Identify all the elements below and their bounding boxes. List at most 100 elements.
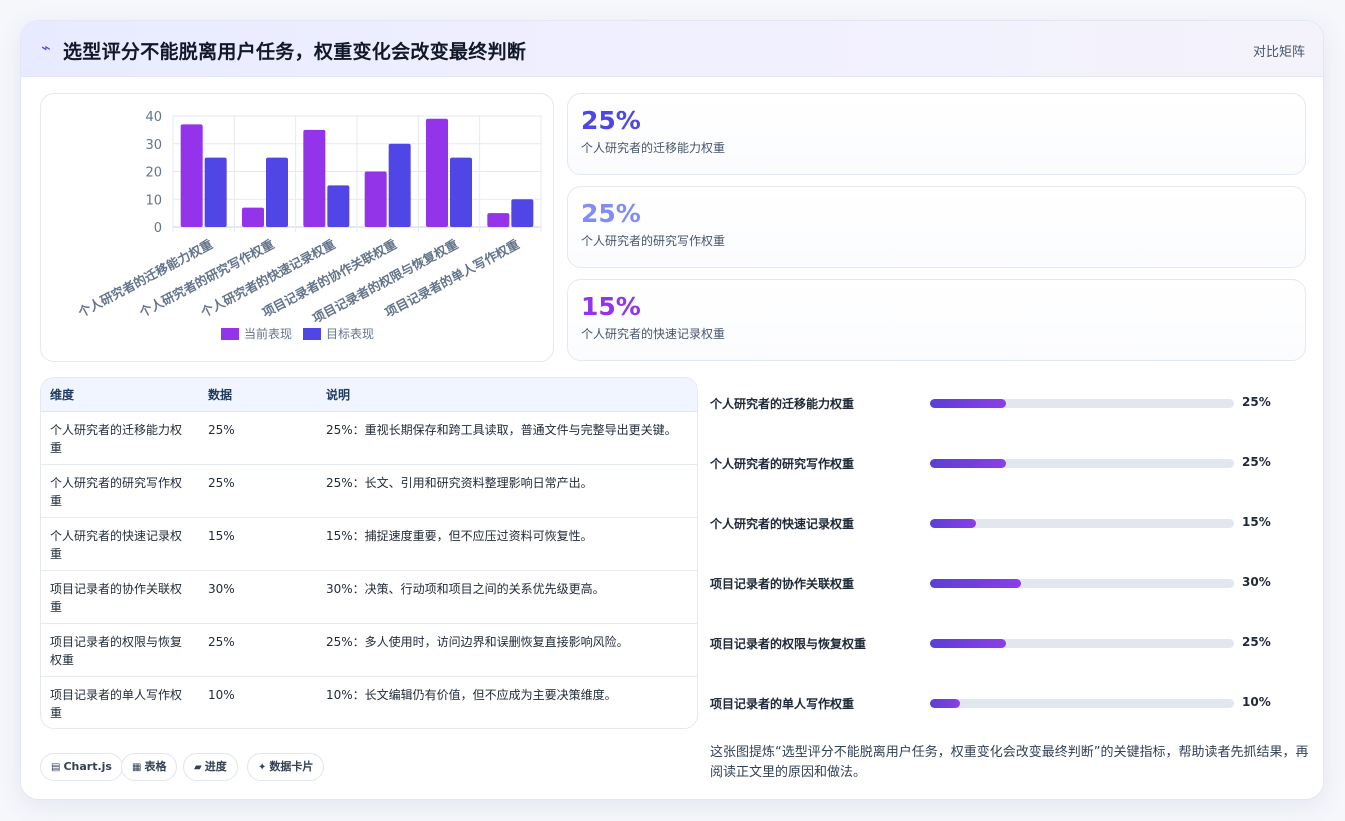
- table-row: 项目记录者的协作关联权重 30% 30%：决策、行动项和项目之间的关系优先级更高…: [41, 570, 697, 624]
- progress-fill: [930, 579, 1022, 588]
- progress-value: 30%: [1242, 575, 1271, 589]
- progress-value: 25%: [1242, 635, 1271, 649]
- table-cell: 10%：长文编辑仍有价值，但不应成为主要决策维度。: [326, 687, 617, 702]
- progress-label: 项目记录者的协作关联权重: [710, 577, 855, 591]
- chart-bar: [242, 207, 264, 227]
- bar-chart-panel: 0 10 20 30 40 个人研究者的迁移能力权重 个人研究者的研究写作权重 个人研究者的快…: [40, 93, 554, 362]
- progress-label: 个人研究者的研究写作权重: [710, 457, 855, 471]
- chart-bar: [487, 213, 510, 227]
- progress-fill: [930, 639, 1006, 648]
- stat-value: 25%: [581, 106, 641, 135]
- page-title: 选型评分不能脱离用户任务，权重变化会改变最终判断: [63, 41, 527, 63]
- table-cell: 30%: [199, 570, 317, 624]
- table-cell: 15%：捕捉速度重要，但不应压过资料可恢复性。: [317, 517, 697, 571]
- table-cell: 30%：决策、行动项和项目之间的关系优先级更高。: [317, 570, 697, 624]
- progress-track: [930, 459, 1234, 468]
- chart-bar: [180, 124, 203, 227]
- stat-card-2: 25% 个人研究者的研究写作权重: [567, 186, 1306, 268]
- progress-track: [930, 579, 1234, 588]
- chart-bar: [450, 157, 472, 227]
- data-table-panel: 维度 数据 说明 个人研究者的迁移能力权重 25% 25%：重视长期保存和跨工具…: [40, 377, 698, 729]
- table-header-row: 维度 数据 说明: [41, 378, 697, 412]
- progress-row: 项目记录者的单人写作权重 10%: [710, 693, 1310, 713]
- table-cell: 项目记录者的权限与恢复权重: [41, 623, 199, 677]
- progress-fill: [930, 399, 1006, 408]
- sparkle-icon: ✦: [258, 762, 267, 773]
- header: ⌁ 选型评分不能脱离用户任务，权重变化会改变最终判断 对比矩阵: [21, 21, 1323, 77]
- table-row: 个人研究者的迁移能力权重 25% 25%：重视长期保存和跨工具读取，普通文件与完…: [41, 411, 697, 465]
- progress-row: 项目记录者的协作关联权重 30%: [710, 573, 1310, 593]
- progress-label: 个人研究者的迁移能力权重: [710, 397, 855, 411]
- progress-track: [930, 639, 1234, 648]
- stat-label: 个人研究者的快速记录权重: [581, 327, 726, 341]
- y-tick-label: 20: [145, 166, 162, 181]
- table-cell: 25%：多人使用时，访问边界和误删恢复直接影响风险。: [317, 623, 697, 677]
- legend-swatch: [221, 328, 239, 340]
- chart-bar: [327, 185, 350, 227]
- table-cell: 25%：重视长期保存和跨工具读取，普通文件与完整导出更关键。: [317, 411, 697, 465]
- table-row: 个人研究者的快速记录权重 15% 15%：捕捉速度重要，但不应压过资料可恢复性。: [41, 517, 697, 571]
- chip-label: 数据卡片: [269, 760, 314, 773]
- chip-table[interactable]: ▦ 表格: [121, 753, 178, 781]
- dashboard-card: ⌁ 选型评分不能脱离用户任务，权重变化会改变最终判断 对比矩阵 0 10 20 30 4…: [20, 20, 1324, 800]
- table-icon: ▦: [132, 762, 142, 773]
- progress-row: 个人研究者的迁移能力权重 25%: [710, 393, 1310, 413]
- chart-bar: [511, 199, 534, 227]
- progress-label: 项目记录者的权限与恢复权重: [710, 637, 867, 651]
- stat-card-3: 15% 个人研究者的快速记录权重: [567, 279, 1306, 361]
- progress-value: 25%: [1242, 395, 1271, 409]
- table-row: 个人研究者的研究写作权重 25% 25%：长文、引用和研究资料整理影响日常产出。: [41, 464, 697, 518]
- legend-label: 目标表现: [326, 327, 374, 341]
- stat-label: 个人研究者的研究写作权重: [581, 234, 726, 248]
- progress-fill: [930, 699, 961, 708]
- chip-chartjs[interactable]: ▤ Chart.js: [40, 753, 123, 781]
- summary-note: 这张图提炼“选型评分不能脱离用户任务，权重变化会改变最终判断”的关键指标，帮助读…: [710, 745, 1309, 780]
- chip-label: 表格: [144, 760, 167, 773]
- progress-track: [930, 519, 1234, 528]
- column-header: 数据: [199, 378, 317, 412]
- header-tag[interactable]: 对比矩阵: [1253, 41, 1305, 60]
- chip-data-card[interactable]: ✦ 数据卡片: [247, 753, 325, 781]
- table-cell: 个人研究者的快速记录权重: [41, 517, 199, 571]
- chip-progress[interactable]: ▰ 进度: [183, 753, 238, 781]
- progress-row: 项目记录者的权限与恢复权重 25%: [710, 633, 1310, 653]
- chart-bar: [388, 143, 411, 227]
- stat-value: 15%: [581, 292, 641, 321]
- table-cell: 25%: [199, 623, 317, 677]
- table-row: 项目记录者的单人写作权重 10% 10%：长文编辑仍有价值，但不应成为主要决策维…: [41, 676, 697, 728]
- chip-label: Chart.js: [63, 760, 112, 773]
- table-cell: 10%: [208, 687, 235, 702]
- chart-bar: [426, 118, 448, 227]
- progress-value: 15%: [1242, 515, 1271, 529]
- progress-row: 个人研究者的研究写作权重 25%: [710, 453, 1310, 473]
- progress-fill: [930, 519, 976, 528]
- table-cell: 项目记录者的单人写作权重: [50, 687, 183, 720]
- legend-label: 当前表现: [244, 326, 292, 341]
- chip-label: 进度: [204, 760, 227, 773]
- column-header: 维度: [41, 378, 199, 412]
- table-cell: 15%: [199, 517, 317, 571]
- pulse-icon: ⌁: [41, 38, 51, 57]
- stat-label: 个人研究者的迁移能力权重: [581, 141, 726, 155]
- table-cell: 25%: [199, 411, 317, 465]
- chart-bar: [266, 157, 288, 227]
- chart-icon: ▤: [51, 762, 61, 773]
- table-cell: 个人研究者的迁移能力权重: [41, 411, 199, 465]
- progress-value: 25%: [1242, 455, 1271, 469]
- table-cell: 个人研究者的研究写作权重: [41, 464, 199, 518]
- table-row: 项目记录者的权限与恢复权重 25% 25%：多人使用时，访问边界和误删恢复直接影…: [41, 623, 697, 677]
- bar-chart: 010203040个人研究者的迁移能力权重个人研究者的研究写作权重个人研究者的快…: [75, 110, 542, 341]
- y-tick-label: 30: [145, 138, 162, 153]
- chart-bar: [204, 157, 227, 227]
- chart-bar: [303, 129, 326, 227]
- data-table: 维度 数据 说明 个人研究者的迁移能力权重 25% 25%：重视长期保存和跨工具…: [41, 378, 697, 728]
- y-tick-label: 10: [145, 193, 162, 208]
- table-cell: 25%：长文、引用和研究资料整理影响日常产出。: [317, 464, 697, 518]
- progress-label: 项目记录者的单人写作权重: [710, 697, 855, 711]
- y-tick-label: 40: [145, 110, 162, 125]
- y-tick-label: 0: [154, 221, 162, 236]
- column-header: 说明: [317, 378, 697, 412]
- progress-row: 个人研究者的快速记录权重 15%: [710, 513, 1310, 533]
- progress-icon: ▰: [194, 762, 202, 773]
- table-cell: 项目记录者的协作关联权重: [41, 570, 199, 624]
